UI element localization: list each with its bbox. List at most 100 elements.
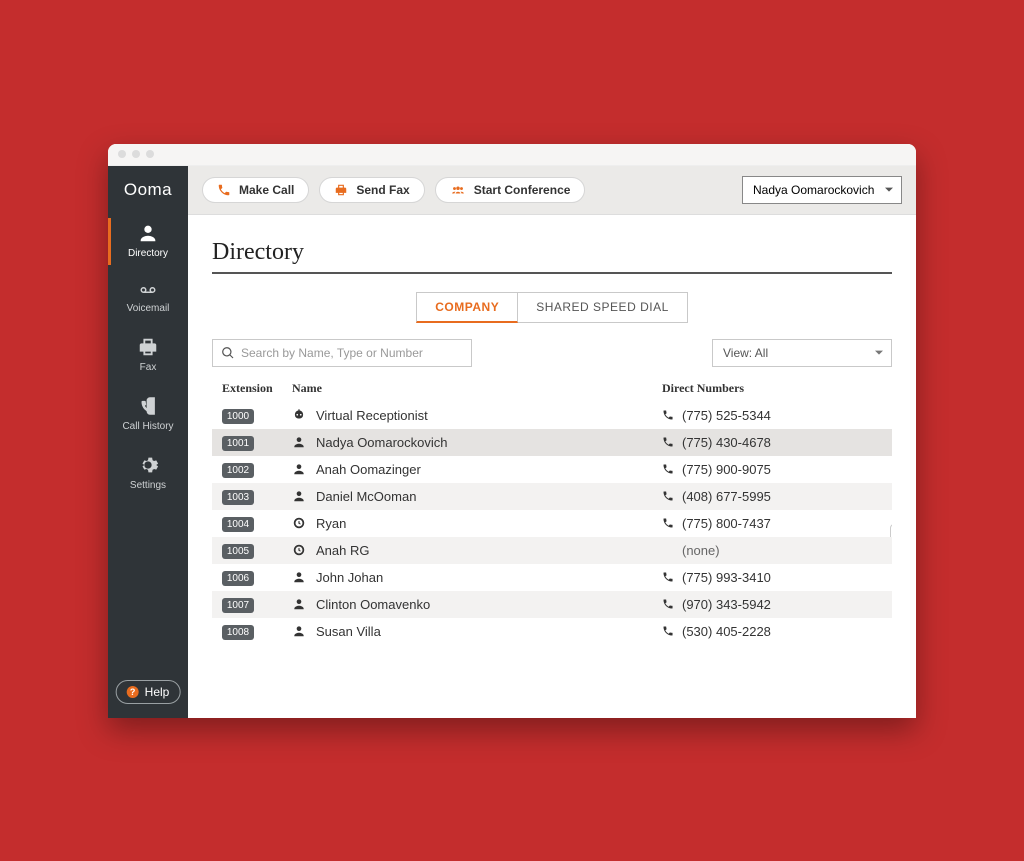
table-row[interactable]: 1007 Clinton Oomavenko (970) 343-5942 (212, 591, 892, 618)
sidebar-item-label: Voicemail (127, 303, 170, 314)
fax-icon (334, 183, 348, 197)
number-cell: (775) 525-5344 (662, 408, 892, 423)
group-icon (450, 183, 466, 197)
page-title: Directory (212, 239, 892, 274)
sidebar-item-label: Fax (140, 362, 157, 373)
phone-number: (775) 800-7437 (682, 516, 771, 531)
table-row[interactable]: 1000 Virtual Receptionist (775) 525-5344 (212, 402, 892, 429)
user-dropdown[interactable]: Nadya Oomarockovich (742, 176, 902, 204)
sidebar-item-settings[interactable]: Settings (108, 444, 188, 503)
person-icon (292, 624, 306, 638)
search-icon (221, 346, 235, 360)
table-body: Call 1000Virtual Receptionist(775) 525-5… (212, 402, 892, 645)
extension-badge: 1002 (222, 463, 254, 478)
make-call-button[interactable]: Make Call (202, 177, 309, 203)
person-icon (292, 489, 306, 503)
app-window: Ooma Directory Voicemail Fax Call Histor… (108, 144, 916, 718)
brand-logo: Ooma (124, 172, 172, 212)
name-cell: Daniel McOoman (292, 489, 662, 504)
call-history-icon (137, 395, 159, 417)
sidebar-item-fax[interactable]: Fax (108, 326, 188, 385)
sidebar-item-call-history[interactable]: Call History (108, 385, 188, 444)
tab-company[interactable]: COMPANY (416, 292, 518, 323)
phone-number: (775) 900-9075 (682, 462, 771, 477)
extension-badge: 1003 (222, 490, 254, 505)
sidebar-item-label: Settings (130, 480, 166, 491)
table-row[interactable]: 1008Susan Villa(530) 405-2228 (212, 618, 892, 645)
filter-row: View: All (212, 339, 892, 367)
name-cell: Clinton Oomavenko (292, 597, 662, 612)
phone-icon (662, 517, 674, 529)
extension-badge: 1005 (222, 544, 254, 559)
phone-icon (662, 463, 674, 475)
person-icon (292, 570, 306, 584)
button-label: Start Conference (474, 183, 571, 197)
name-cell: Susan Villa (292, 624, 662, 639)
phone-number: (970) 343-5942 (682, 597, 771, 612)
search-input[interactable] (241, 346, 463, 360)
phone-icon (662, 436, 674, 448)
view-label: View: All (723, 346, 768, 360)
table-row[interactable]: 1002 Anah Oomazinger (775) 900-9075 (212, 456, 892, 483)
help-label: Help (145, 685, 170, 699)
col-name: Name (292, 381, 662, 396)
number-cell: (none) (662, 543, 892, 558)
col-direct-numbers: Direct Numbers (662, 381, 892, 396)
name-cell: Anah Oomazinger (292, 462, 662, 477)
tab-shared-speed-dial[interactable]: SHARED SPEED DIAL (518, 292, 688, 323)
help-button[interactable]: ? Help (116, 680, 181, 704)
table-row[interactable]: 1001Nadya Oomarockovich(775) 430-4678 (212, 429, 892, 456)
window-titlebar (108, 144, 916, 166)
send-fax-button[interactable]: Send Fax (319, 177, 424, 203)
table-row[interactable]: 1006John Johan(775) 993-3410 (212, 564, 892, 591)
name-cell: Anah RG (292, 543, 662, 558)
phone-icon (662, 571, 674, 583)
contact-name: Virtual Receptionist (316, 408, 428, 423)
fax-icon (137, 336, 159, 358)
number-cell: (775) 800-7437 (662, 516, 892, 531)
extension-badge: 1000 (222, 409, 254, 424)
button-label: Make Call (239, 183, 294, 197)
number-cell: (970) 343-5942 (662, 597, 892, 612)
contact-name: Daniel McOoman (316, 489, 416, 504)
table-row[interactable]: 1005 Anah RG (none) (212, 537, 892, 564)
contact-name: Clinton Oomavenko (316, 597, 430, 612)
sidebar: Ooma Directory Voicemail Fax Call Histor… (108, 166, 188, 718)
contact-name: John Johan (316, 570, 383, 585)
name-cell: John Johan (292, 570, 662, 585)
main-area: Make Call Send Fax Start Conference Nady… (188, 166, 916, 718)
phone-icon (217, 183, 231, 197)
sidebar-item-directory[interactable]: Directory (108, 212, 188, 271)
table-row[interactable]: 1004Ryan(775) 800-7437 (212, 510, 892, 537)
extension-badge: 1007 (222, 598, 254, 613)
phone-number: (775) 525-5344 (682, 408, 771, 423)
person-icon (292, 462, 306, 476)
ring-icon (292, 543, 306, 557)
phone-number: (none) (682, 543, 720, 558)
table-row[interactable]: 1003 Daniel McOoman (408) 677-5995 (212, 483, 892, 510)
contact-name: Anah Oomazinger (316, 462, 421, 477)
start-conference-button[interactable]: Start Conference (435, 177, 586, 203)
number-cell: (408) 677-5995 (662, 489, 892, 504)
directory-icon (137, 222, 159, 244)
view-filter-dropdown[interactable]: View: All (712, 339, 892, 367)
phone-icon (662, 625, 674, 637)
col-extension: Extension (222, 381, 292, 396)
phone-number: (530) 405-2228 (682, 624, 771, 639)
number-cell: (775) 900-9075 (662, 462, 892, 477)
directory-tabs: COMPANY SHARED SPEED DIAL (212, 292, 892, 323)
extension-badge: 1004 (222, 517, 254, 532)
help-icon: ? (127, 686, 139, 698)
robot-icon (292, 408, 306, 422)
person-icon (292, 597, 306, 611)
traffic-light-dot (132, 150, 140, 158)
person-icon (292, 435, 306, 449)
traffic-light-dot (118, 150, 126, 158)
sidebar-item-voicemail[interactable]: Voicemail (108, 271, 188, 326)
traffic-light-dot (146, 150, 154, 158)
ring-icon (292, 516, 306, 530)
name-cell: Nadya Oomarockovich (292, 435, 662, 450)
phone-icon (662, 409, 674, 421)
user-name: Nadya Oomarockovich (753, 183, 874, 197)
search-box[interactable] (212, 339, 472, 367)
